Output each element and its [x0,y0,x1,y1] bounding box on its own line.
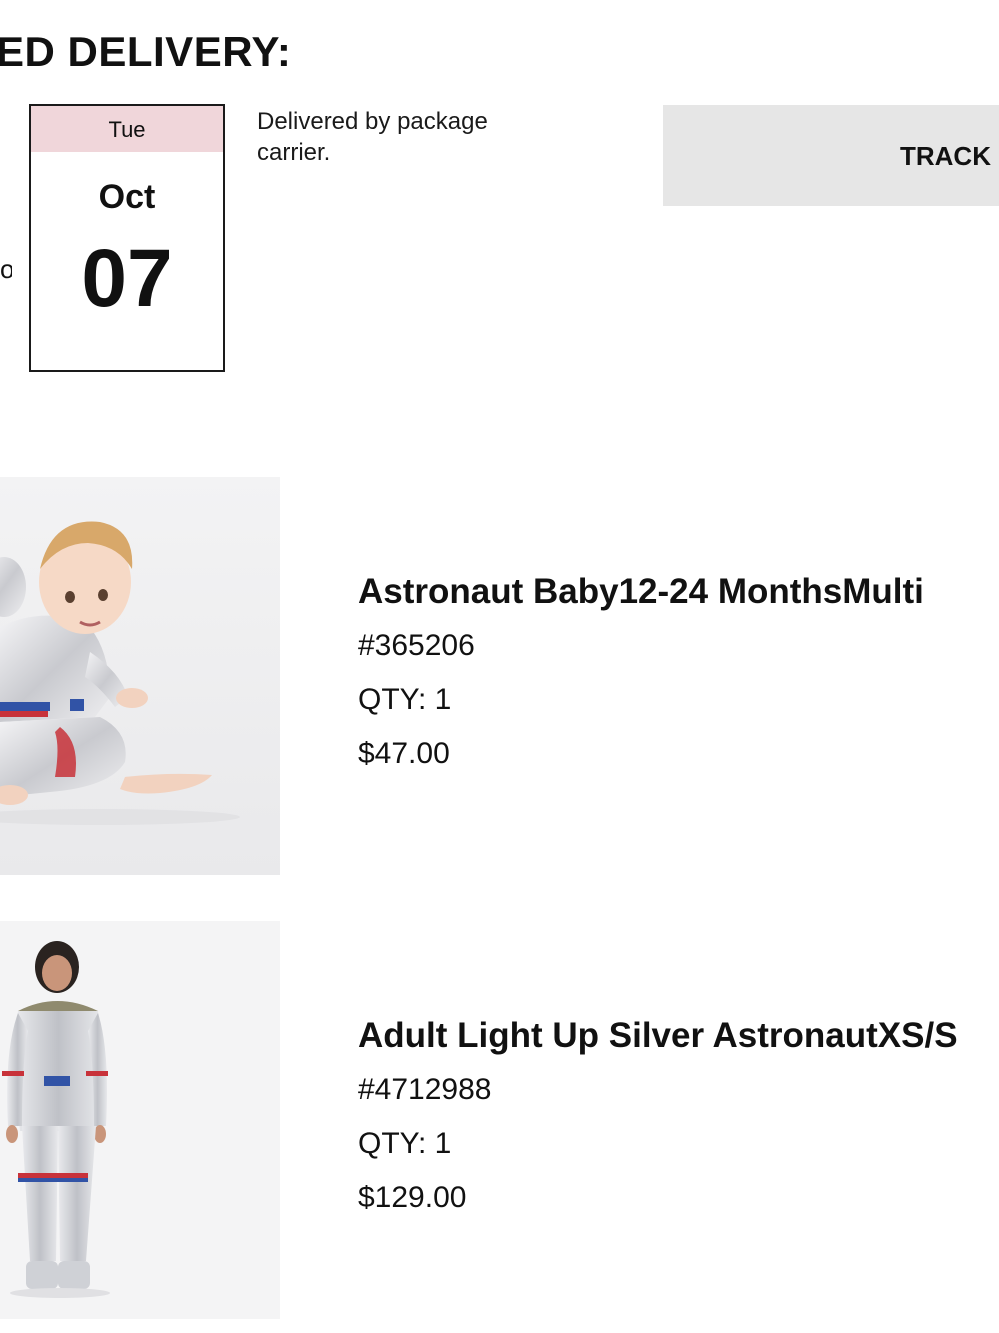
calendar-weekday: Tue [31,106,223,152]
calendar-month: Oct [98,178,156,216]
order-item: Adult Light Up Silver AstronautXS/S #471… [358,1014,998,1216]
item-name-link[interactable]: Astronaut Baby12-24 MonthsMulti [358,570,998,614]
adult-astronaut-costume-image[interactable] [0,921,280,1319]
delivery-heading: ED DELIVERY: [0,28,292,75]
track-package-button[interactable]: TRACK [663,105,999,206]
baby-astronaut-costume-image[interactable] [0,477,280,875]
delivery-date-calendar: Tue Oct 07 [29,104,225,372]
delivery-status-note: Delivered by package carrier. [257,108,488,166]
baby-astronaut-photo-icon [0,477,280,875]
item-quantity: QTY: 1 [358,683,452,716]
order-delivery-page: ED DELIVERY: o Tue Oct 07 Delivered by p… [0,0,999,1333]
calendar-day-number: 07 [81,233,173,324]
item-sku: #4712988 [358,1073,492,1106]
item-price: $47.00 [358,737,450,770]
item-name-link[interactable]: Adult Light Up Silver AstronautXS/S [358,1014,998,1058]
order-item: Astronaut Baby12-24 MonthsMulti #365206 … [358,570,998,772]
track-button-label: TRACK [900,141,991,171]
adult-astronaut-photo-icon [0,921,280,1319]
item-quantity: QTY: 1 [358,1127,452,1160]
item-price: $129.00 [358,1181,467,1214]
item-sku: #365206 [358,629,475,662]
cropped-label: o [0,256,12,284]
